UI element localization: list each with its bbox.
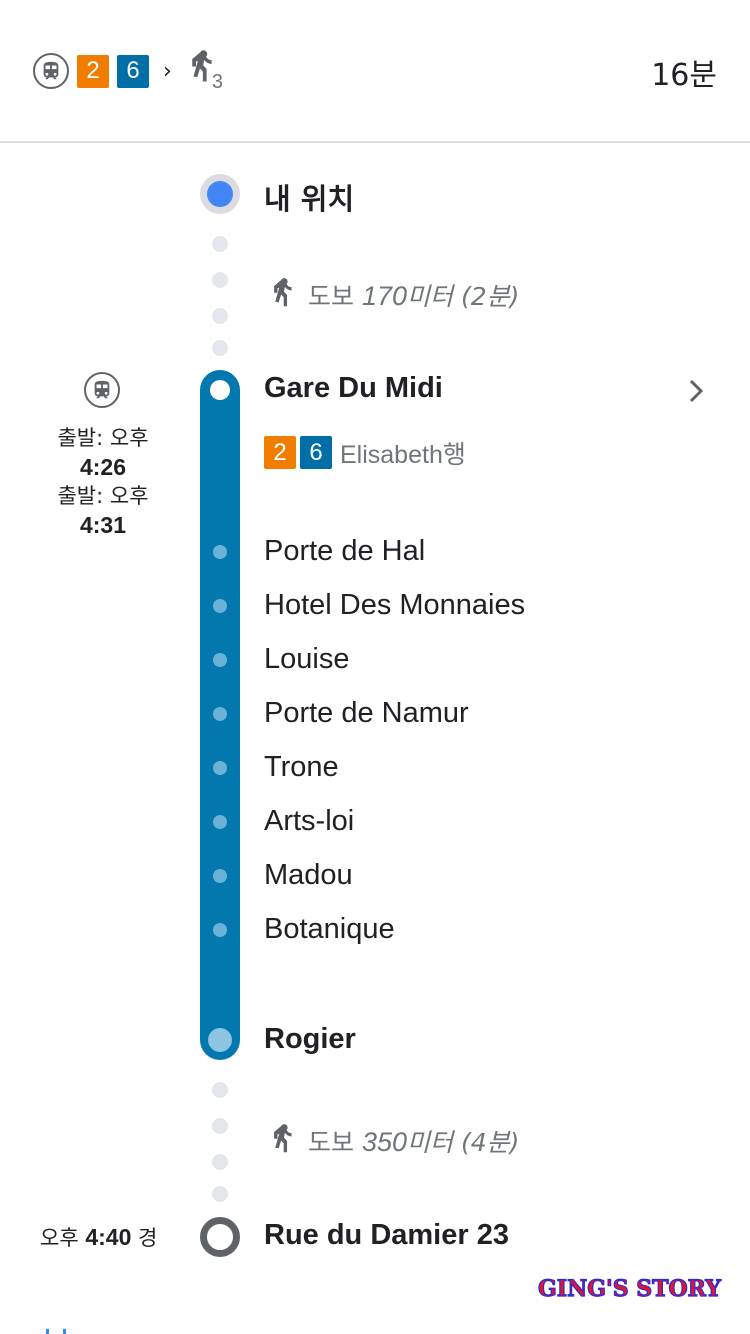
stop-marker — [213, 599, 227, 613]
route-separator: › — [163, 58, 172, 84]
line-badge-6: 6 — [300, 436, 332, 469]
walk-path-dot — [212, 1186, 228, 1202]
list-item: Botanique — [264, 913, 395, 945]
walk-segment: 3 — [186, 49, 230, 93]
line-badge-2: 2 — [264, 436, 296, 469]
total-duration: 16분 — [651, 58, 717, 93]
walk-step-1[interactable]: 도보 170미터 (2분) — [268, 275, 519, 315]
line-info: 2 6 Elisabeth행 — [264, 436, 466, 469]
line-badge-6: 6 — [117, 54, 149, 88]
stop-marker — [213, 761, 227, 775]
stop-marker — [213, 707, 227, 721]
walk-icon — [274, 1124, 292, 1153]
stop-marker — [213, 869, 227, 883]
stop-marker — [213, 653, 227, 667]
origin-label: 내 위치 — [264, 182, 355, 216]
stop-marker — [213, 923, 227, 937]
alighting-stop-marker — [208, 1028, 232, 1052]
walk-step-text: 도보 350미터 (4분) — [308, 1127, 520, 1157]
walk-path-dot — [212, 1154, 228, 1170]
walk-minutes: 3 — [211, 71, 223, 93]
boarding-station[interactable]: Gare Du Midi — [264, 372, 443, 405]
walk-path-dot — [212, 308, 228, 324]
walk-path-dot — [212, 1082, 228, 1098]
list-item: Porte de Hal — [264, 535, 426, 567]
tram-icon — [33, 53, 69, 89]
tram-icon — [84, 372, 120, 408]
stop-marker — [213, 545, 227, 559]
list-item: Porte de Namur — [264, 697, 469, 729]
bottom-element-fragment — [46, 1329, 66, 1334]
route-summary: 2 6 › 3 — [33, 49, 230, 93]
list-item: Hotel Des Monnaies — [264, 589, 526, 621]
departure-time: 출발: 오후 4:26 — [57, 426, 149, 480]
destination-name[interactable]: Rue du Damier 23 — [264, 1219, 509, 1252]
list-item: Louise — [264, 643, 350, 675]
my-location-marker — [200, 174, 240, 214]
walk-step-2[interactable]: 도보 350미터 (4분) — [268, 1121, 519, 1161]
walk-path-dot — [212, 1118, 228, 1134]
walk-path-dot — [212, 340, 228, 356]
route-summary-bar[interactable]: 2 6 › 3 16분 — [0, 0, 750, 143]
walk-step-text: 도보 170미터 (2분) — [308, 281, 520, 311]
list-item: Arts-loi — [264, 805, 355, 837]
walk-path-dot — [212, 236, 228, 252]
line-direction: Elisabeth행 — [340, 440, 466, 469]
stop-marker — [213, 815, 227, 829]
walk-icon — [274, 278, 292, 307]
destination-marker — [200, 1217, 240, 1257]
chevron-right-icon[interactable] — [684, 378, 708, 404]
departure-time: 출발: 오후 4:31 — [57, 484, 149, 538]
boarding-stop-marker — [210, 380, 230, 400]
watermark: GING'S STORY — [537, 1275, 721, 1302]
walk-path-dot — [212, 272, 228, 288]
list-item: Madou — [264, 859, 353, 891]
line-badge-2: 2 — [77, 54, 109, 88]
list-item: Trone — [264, 751, 339, 783]
arrival-time: 오후 4:40 경 — [40, 1224, 158, 1250]
alighting-station[interactable]: Rogier — [264, 1023, 356, 1056]
